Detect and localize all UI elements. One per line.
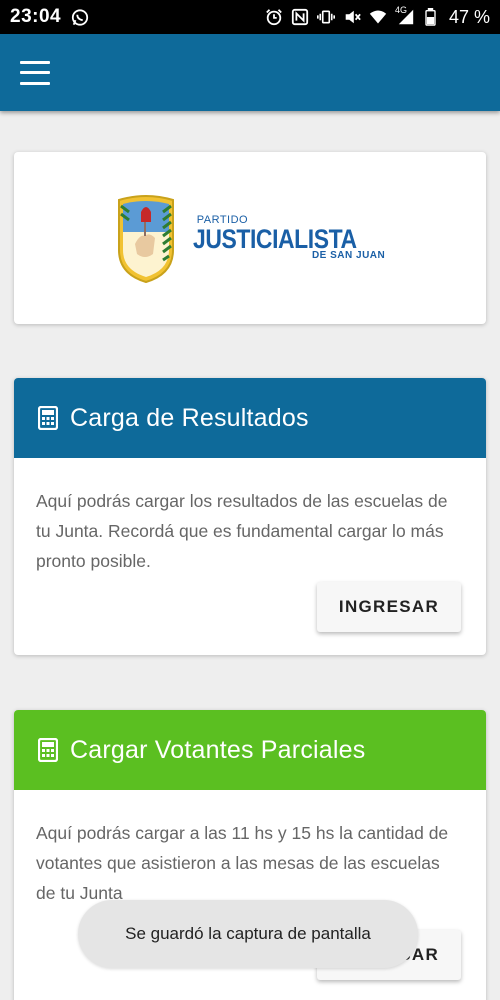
calculator-icon (38, 406, 58, 430)
status-bar: 23:04 4G 47 % (0, 0, 500, 34)
app-bar (0, 34, 500, 111)
wifi-icon (369, 8, 387, 26)
hamburger-menu-icon[interactable] (20, 60, 50, 85)
logo-card: PARTIDO JUSTICIALISTA DE SAN JUAN (14, 152, 486, 324)
carga-resultados-actions: INGRESAR (14, 576, 486, 655)
ingresar-resultados-button[interactable]: INGRESAR (317, 582, 461, 632)
votantes-parciales-title: Cargar Votantes Parciales (70, 735, 366, 764)
signal-icon: 4G (394, 5, 417, 26)
nfc-icon (291, 8, 309, 26)
alarm-icon (265, 8, 283, 26)
screenshot-saved-toast: Se guardó la captura de pantalla (78, 900, 418, 968)
logo-line-2: JUSTICIALISTA (192, 224, 357, 254)
carga-resultados-card: Carga de Resultados Aquí podrás cargar l… (14, 378, 486, 655)
calculator-icon (38, 738, 58, 762)
carga-resultados-description: Aquí podrás cargar los resultados de las… (36, 491, 448, 571)
network-type-label: 4G (394, 5, 407, 15)
vibrate-icon (316, 8, 335, 26)
battery-icon (425, 8, 437, 26)
battery-percent: 47 % (448, 6, 490, 27)
whatsapp-icon (71, 8, 89, 26)
status-time: 23:04 (10, 6, 62, 27)
toast-text: Se guardó la captura de pantalla (125, 924, 371, 943)
votantes-parciales-header: Cargar Votantes Parciales (14, 710, 486, 790)
party-shield-icon (117, 195, 174, 284)
carga-resultados-title: Carga de Resultados (70, 403, 309, 432)
party-name: PARTIDO JUSTICIALISTA DE SAN JUAN (193, 215, 386, 261)
party-logo: PARTIDO JUSTICIALISTA DE SAN JUAN (115, 192, 386, 284)
carga-resultados-header: Carga de Resultados (14, 378, 486, 458)
votantes-parciales-description: Aquí podrás cargar a las 11 hs y 15 hs l… (36, 823, 449, 903)
mute-icon (343, 8, 361, 26)
